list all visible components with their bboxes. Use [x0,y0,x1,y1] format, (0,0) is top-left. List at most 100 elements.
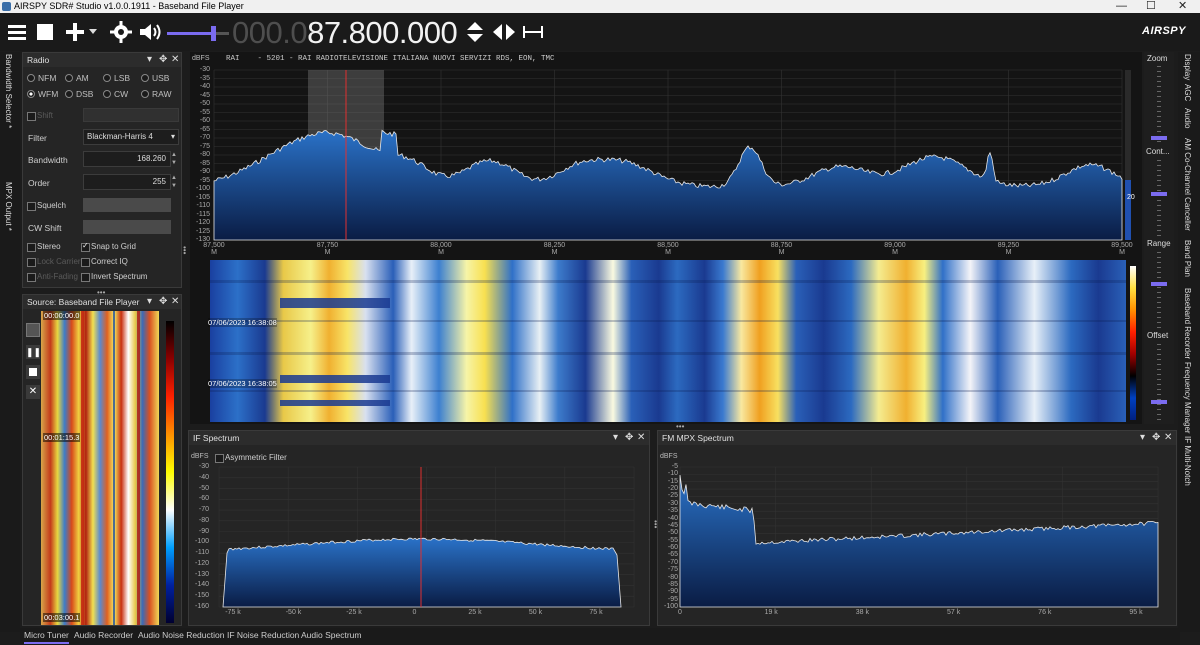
filter-select[interactable]: Blackman-Harris 4 ▾ [83,129,179,145]
mode-label: WFM [38,89,59,99]
mpx-spectrum-plot[interactable] [658,445,1178,627]
pin-icon[interactable]: ✥ [1152,431,1160,445]
zoom-slider[interactable] [1157,66,1161,142]
if-y-tick: -110 [195,549,210,557]
title-bar: AIRSPY SDR# Studio v1.0.0.1911 - Baseban… [0,0,1200,13]
main-y-tick: -90 [199,168,210,175]
main-x-tick: 89,500 M [1111,242,1133,256]
close-icon[interactable]: ✕ [1164,431,1172,445]
menu-icon[interactable] [4,19,30,45]
mode-radio-raw[interactable]: RAW [141,89,172,99]
stereo-checkbox[interactable]: Stereo [27,242,61,252]
close-icon[interactable]: ✕ [637,431,645,445]
radio-circle-icon [27,74,35,82]
shift-field[interactable] [83,108,179,122]
close-icon[interactable]: ✕ [171,295,179,309]
mode-radio-cw[interactable]: CW [103,89,128,99]
tab-mpx-output[interactable]: MPX Output * [4,182,13,231]
add-icon[interactable] [62,19,88,45]
tab-audio-recorder[interactable]: Audio Recorder [74,628,133,642]
tab-baseband-recorder[interactable]: Baseband Recorder [1183,288,1192,359]
close-button[interactable]: ✕ [1178,0,1187,13]
tab-if-multi-notch[interactable]: IF Multi-Notch [1183,436,1192,486]
tab-frequency-manager[interactable]: Frequency Manager [1183,362,1192,434]
source-waterfall[interactable] [41,311,159,625]
dropdown-icon[interactable]: ▾ [147,53,152,67]
range-slider-thumb[interactable] [1151,282,1167,286]
tab-bandwidth-selector[interactable]: Bandwidth Selector * [4,54,13,128]
mode-radio-usb[interactable]: USB [141,73,169,83]
contrast-slider[interactable] [1157,160,1161,236]
pin-icon[interactable]: ✥ [625,431,633,445]
order-input[interactable]: 255 [83,174,171,190]
squelch-checkbox[interactable]: Squelch [27,201,66,211]
close-icon[interactable]: ✕ [171,53,179,67]
waterfall-panel[interactable]: 07/06/2023 16:38:08 07/06/2023 16:38:05 [190,258,1142,424]
bandwidth-input[interactable]: 168.260 [83,151,171,167]
mode-radio-dsb[interactable]: DSB [65,89,93,99]
tools-icon[interactable]: ✕ [26,385,40,399]
tab-audio[interactable]: Audio [1183,108,1192,128]
range-slider[interactable] [1157,252,1161,328]
mode-radio-lsb[interactable]: LSB [103,73,130,83]
frequency-display[interactable]: 000.087.800.000 [232,15,458,51]
span-icon[interactable] [521,19,545,45]
main-spectrum-plot[interactable] [190,52,1142,258]
mode-radio-wfm[interactable]: WFM [27,89,58,99]
bandwidth-spinner[interactable]: ▲ ▼ [171,151,179,167]
main-y-tick: -115 [196,210,211,218]
dropdown-icon[interactable]: ▾ [147,295,152,309]
minimize-button[interactable]: — [1116,0,1127,13]
if-y-tick: -120 [194,559,209,567]
cw-shift-field[interactable] [83,220,171,234]
main-y-tick: -65 [199,125,210,133]
main-spectrum-panel[interactable]: dBFS RAI - 5201 - RAI RADIOTELEVISIONE I… [190,52,1142,258]
offset-slider-thumb[interactable] [1151,400,1167,404]
contrast-slider-thumb[interactable] [1151,192,1167,196]
left-panel-collapse[interactable]: ••• [180,246,189,254]
squelch-field[interactable] [83,198,171,212]
tab-am-co-channel-canceller[interactable]: AM Co-Channel Canceller [1183,138,1192,231]
waterfall-timestamp-1: 07/06/2023 16:38:08 [208,318,277,327]
tab-band-plan[interactable]: Band Plan [1183,240,1192,277]
volume-slider[interactable] [167,26,229,41]
correct-iq-checkbox[interactable]: Correct IQ [81,257,128,267]
zoom-slider-thumb[interactable] [1151,136,1167,140]
if-spectrum-plot[interactable] [189,445,651,627]
mpx-spectrum-panel: FM MPX Spectrum ▾ ✥ ✕ dBFS -5 -10 -15 -20 -2… [657,430,1177,626]
file-icon[interactable] [26,323,40,337]
pin-icon[interactable]: ✥ [159,295,167,309]
mode-radio-nfm[interactable]: NFM [27,73,56,83]
anti-fading-checkbox[interactable]: Anti-Fading [27,272,78,282]
waterfall-plot[interactable] [210,260,1126,422]
pin-icon[interactable]: ✥ [159,53,167,67]
frequency-step-icon[interactable] [464,19,486,45]
mpx-x-tick: 76 k [1038,609,1052,616]
gear-icon[interactable] [108,19,134,45]
chevron-down-icon[interactable] [86,19,100,45]
tab-micro-tuner[interactable]: Micro Tuner [24,628,69,644]
tab-if-noise-reduction[interactable]: IF Noise Reduction [227,628,299,642]
mode-radio-am[interactable]: AM [65,73,89,83]
lock-carrier-checkbox[interactable]: Lock Carrier [27,257,81,267]
snap-to-grid-checkbox[interactable]: Snap to Grid [81,241,136,252]
tuning-arrows-icon[interactable] [491,19,517,45]
tab-audio-noise-reduction[interactable]: Audio Noise Reduction [138,628,224,642]
dropdown-icon[interactable]: ▾ [613,431,618,445]
shift-checkbox[interactable]: Shift [27,111,53,121]
maximize-button[interactable]: ☐ [1146,0,1156,13]
tab-audio-spectrum[interactable]: Audio Spectrum [301,628,361,642]
dropdown-icon[interactable]: ▾ [1140,431,1145,445]
if-y-tick: -30 [198,463,209,470]
offset-slider[interactable] [1157,344,1161,420]
speaker-icon[interactable] [137,19,163,45]
tab-agc[interactable]: AGC [1183,84,1192,101]
order-spinner[interactable]: ▲ ▼ [171,174,179,190]
mpx-y-tick: -85 [667,580,678,588]
pause-icon[interactable]: ❚❚ [26,345,41,359]
stop-icon[interactable] [26,365,40,379]
stop-icon[interactable] [32,19,58,45]
invert-spectrum-checkbox[interactable]: Invert Spectrum [81,272,147,282]
tab-display[interactable]: Display [1183,54,1192,80]
radio-circle-icon [141,90,149,98]
